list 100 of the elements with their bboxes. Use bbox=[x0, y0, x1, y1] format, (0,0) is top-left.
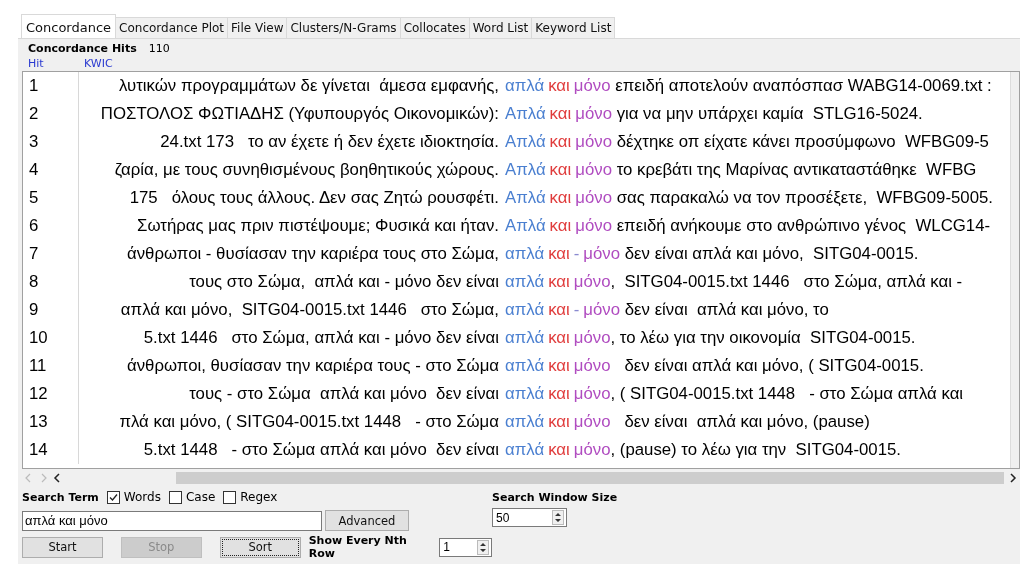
tab[interactable]: Keyword List bbox=[531, 17, 616, 38]
column-header[interactable]: Hit bbox=[28, 57, 84, 70]
right-context: δεν είναι απλά και μόνο, το bbox=[623, 300, 829, 320]
scroll-left-icon[interactable] bbox=[52, 472, 62, 484]
button[interactable]: Start bbox=[22, 536, 103, 558]
right-context: δεν είναι απλά και μόνο, SITG04-0015. bbox=[623, 244, 919, 264]
keyword: Απλά bbox=[505, 160, 546, 180]
spinner-arrows-icon[interactable] bbox=[477, 539, 489, 555]
keyword: μόνο bbox=[573, 412, 611, 432]
keyword: μόνο bbox=[575, 216, 612, 236]
keyword: - bbox=[573, 244, 580, 264]
scroll-right-icon[interactable] bbox=[1008, 472, 1018, 484]
keyword: μόνο bbox=[575, 104, 612, 124]
keyword: απλά bbox=[505, 76, 545, 96]
keyword: και bbox=[548, 440, 570, 460]
hit-number: 7 bbox=[23, 240, 79, 268]
checkbox-box[interactable] bbox=[106, 490, 120, 504]
button[interactable]: Sort bbox=[219, 536, 301, 558]
keyword: και bbox=[548, 328, 570, 348]
left-context: 24.txt 173 το αν έχετε ή δεν έχετε ιδιοκτησία. bbox=[159, 132, 500, 152]
hit-number: 13 bbox=[23, 408, 79, 436]
left-context: λυτικών προγραμμάτων δε γίνεται άμεσα εμφανής, bbox=[118, 76, 500, 96]
keyword: και bbox=[548, 76, 570, 96]
keyword: και bbox=[548, 356, 570, 376]
keyword: και bbox=[548, 300, 570, 320]
keyword: και bbox=[548, 244, 570, 264]
right-context: , ( SITG04-0015.txt 1448 - στο Σώμα απλά και bbox=[610, 384, 964, 404]
hit-number: 3 bbox=[23, 128, 79, 156]
keyword: Απλά bbox=[505, 132, 546, 152]
nth-row-spinner[interactable]: 1 bbox=[439, 537, 492, 557]
right-context: δεν είναι απλά και μόνο, (pause) bbox=[623, 412, 870, 432]
keyword: μόνο bbox=[573, 440, 611, 460]
keyword: απλά bbox=[505, 356, 545, 376]
left-context: πλά και μόνο, ( SITG04-0015.txt 1448 - στο Σώμα bbox=[118, 412, 500, 432]
left-context: 5.txt 1448 - στο Σώμα απλά και μόνο δεν είναι bbox=[142, 440, 500, 460]
tab[interactable]: Clusters/N-Grams bbox=[286, 17, 401, 38]
hit-number: 11 bbox=[23, 352, 79, 380]
column-header[interactable]: KWIC bbox=[84, 57, 113, 70]
checkbox[interactable]: Words bbox=[106, 490, 161, 504]
left-context: 175 όλους τους άλλους. Δεν σας Ζητώ ρουσφέτι. bbox=[128, 188, 500, 208]
nth-row-label: Show Every Nth Row bbox=[308, 534, 408, 560]
tab[interactable]: Word List bbox=[468, 17, 533, 38]
right-context: επειδή ανήκουμε στο ανθρώπινο γένος WLCG14- bbox=[615, 216, 991, 236]
keyword: και bbox=[548, 272, 570, 292]
keyword: Απλά bbox=[505, 104, 546, 124]
right-context: το κρεβάτι της Μαρίνας αντικαταστάθηκε WFBG bbox=[615, 160, 977, 180]
keyword: και bbox=[549, 160, 572, 180]
keyword: μόνο bbox=[573, 356, 611, 376]
keyword: και bbox=[548, 384, 570, 404]
advanced-button[interactable]: Advanced bbox=[325, 510, 409, 531]
tab[interactable]: Concordance Plot bbox=[115, 17, 229, 38]
left-context: ζαρία, με τους συνηθισμένους βοηθητικούς χώρους. bbox=[113, 160, 500, 180]
hit-number: 9 bbox=[23, 296, 79, 324]
tab[interactable]: Concordance bbox=[21, 14, 117, 38]
keyword: Απλά bbox=[505, 188, 546, 208]
checkbox-box[interactable] bbox=[168, 490, 182, 504]
checkbox[interactable]: Case bbox=[168, 490, 216, 504]
vertical-scrollbar[interactable] bbox=[1010, 72, 1019, 468]
window-size-spinner[interactable]: 50 bbox=[492, 508, 567, 527]
left-context: ΠΟΣΤΟΛΟΣ ΦΩΤΙΑΔΗΣ (Υφυπουργός Οικονομικών): bbox=[99, 104, 500, 124]
right-context: , (pause) το λέω για την SITG04-0015. bbox=[610, 440, 901, 460]
left-context: τους στο Σώμα, απλά και - μόνο δεν είναι bbox=[188, 272, 500, 292]
hit-number: 4 bbox=[23, 156, 79, 184]
right-context: σας παρακαλώ να τον προσέξετε, WFBG09-5005. bbox=[615, 188, 994, 208]
search-term-label: Search Term bbox=[22, 490, 99, 504]
tab[interactable]: Collocates bbox=[399, 17, 470, 38]
right-context: για να μην υπάρχει καμία STLG16-5024. bbox=[615, 104, 923, 124]
hit-number: 2 bbox=[23, 100, 79, 128]
keyword: απλά bbox=[505, 328, 545, 348]
search-field[interactable]: απλά και μόνο bbox=[22, 510, 322, 531]
left-context: απλά και μόνο, SITG04-0015.txt 1446 στο Σώμα, bbox=[119, 300, 500, 320]
keyword: μόνο bbox=[575, 160, 612, 180]
keyword: και bbox=[549, 216, 572, 236]
scrollbar-thumb[interactable] bbox=[176, 472, 1004, 484]
hit-number: 5 bbox=[23, 184, 79, 212]
spinner-arrows-icon[interactable] bbox=[552, 510, 564, 525]
left-context: άνθρωποι - θυσίασαν την καριέρα τους στο Σώμα, bbox=[125, 244, 500, 264]
left-context: άνθρωποι, θυσίασαν την καριέρα τους - στο Σώμα bbox=[125, 356, 500, 376]
keyword: μόνο bbox=[573, 76, 611, 96]
left-context: 5.txt 1446 στο Σώμα, απλά και - μόνο δεν είναι bbox=[142, 328, 500, 348]
keyword: και bbox=[549, 132, 572, 152]
right-context: επειδή αποτελούν αναπόσπασ WABG14-0069.txt : bbox=[614, 76, 992, 96]
right-context: , το λέω για την οικονομία SITG04-0015. bbox=[610, 328, 916, 348]
left-context: τους - στο Σώμα απλά και μόνο δεν είναι bbox=[188, 384, 500, 404]
hit-number: 6 bbox=[23, 212, 79, 240]
checkbox-box[interactable] bbox=[223, 490, 237, 504]
keyword: - bbox=[573, 300, 580, 320]
keyword: απλά bbox=[505, 272, 545, 292]
keyword: μόνο bbox=[573, 272, 611, 292]
hit-number: 14 bbox=[23, 436, 79, 464]
tab[interactable]: File View bbox=[227, 17, 288, 38]
keyword: απλά bbox=[505, 244, 545, 264]
left-context: Σωτήρας μας πριν πιστέψουμε; Φυσικά και ήταν. bbox=[136, 216, 500, 236]
right-context: δεν είναι απλά και μόνο, ( SITG04-0015. bbox=[623, 356, 924, 376]
checkbox[interactable]: Regex bbox=[223, 490, 278, 504]
right-context: δέχτηκε οπ είχατε κάνει προσύμφωνο WFBG09-5 bbox=[615, 132, 989, 152]
hits-label: Concordance Hits bbox=[28, 42, 137, 55]
keyword: απλά bbox=[505, 412, 545, 432]
hit-number: 12 bbox=[23, 380, 79, 408]
keyword: μόνο bbox=[573, 384, 611, 404]
